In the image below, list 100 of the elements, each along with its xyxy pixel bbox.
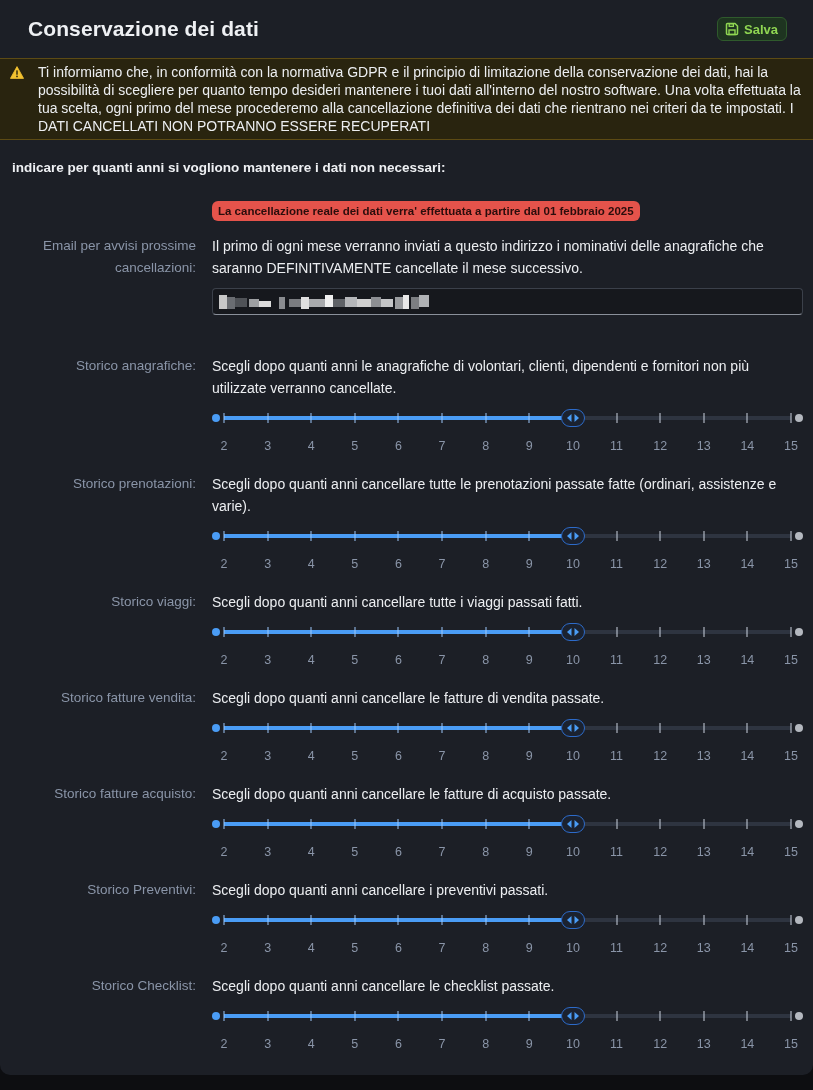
tick-label: 2 bbox=[220, 1036, 228, 1053]
tick-label: 11 bbox=[610, 748, 623, 765]
slider-end-dot-icon bbox=[795, 628, 803, 636]
tick-label: 14 bbox=[740, 1036, 755, 1053]
slider-handle[interactable] bbox=[560, 719, 585, 737]
tick-label: 11 bbox=[610, 438, 623, 455]
field-label: Storico anagrafiche: bbox=[74, 357, 196, 375]
slider-start-dot-icon bbox=[212, 724, 220, 732]
tick-label: 8 bbox=[482, 556, 490, 573]
tick-label: 8 bbox=[482, 1036, 490, 1053]
email-field[interactable] bbox=[212, 288, 803, 315]
field-description: Scegli dopo quanti anni cancellare i preventivi passati. bbox=[212, 881, 550, 900]
slider-handle[interactable] bbox=[560, 409, 585, 427]
tick-label: 12 bbox=[653, 438, 668, 455]
warning-icon bbox=[10, 66, 24, 79]
tick-label: 15 bbox=[784, 1036, 798, 1053]
slider-start-dot-icon bbox=[212, 628, 220, 636]
field-label: Storico viaggi: bbox=[110, 593, 196, 611]
tick-label: 12 bbox=[653, 844, 668, 861]
tick-label: 11 bbox=[610, 940, 623, 957]
slider-start-dot-icon bbox=[212, 532, 220, 540]
left-right-arrows-icon bbox=[566, 724, 579, 732]
slider-end-dot-icon bbox=[795, 724, 803, 732]
slider-handle[interactable] bbox=[560, 623, 585, 641]
tick-label: 10 bbox=[565, 748, 580, 765]
tick-label: 3 bbox=[264, 940, 272, 957]
tick-label: 7 bbox=[438, 844, 446, 861]
tick-label: 12 bbox=[653, 556, 668, 573]
tick-label: 15 bbox=[784, 556, 798, 573]
tick-label: 5 bbox=[351, 748, 359, 765]
field-label: Storico fatture vendita: bbox=[59, 689, 196, 707]
tick-label: 14 bbox=[740, 556, 755, 573]
tick-label: 10 bbox=[565, 1036, 580, 1053]
left-right-arrows-icon bbox=[566, 820, 579, 828]
left-right-arrows-icon bbox=[566, 532, 579, 540]
tick-label: 15 bbox=[784, 844, 798, 861]
tick-label: 5 bbox=[351, 652, 359, 669]
slider-handle[interactable] bbox=[560, 527, 585, 545]
tick-label: 4 bbox=[307, 652, 315, 669]
tick-label: 9 bbox=[525, 652, 533, 669]
slider-end-dot-icon bbox=[795, 414, 803, 422]
tick-label: 7 bbox=[438, 556, 446, 573]
field-description: Il primo di ogni mese verranno inviati a questo indirizzo i nominativi delle anagrafiche che saranno DEFINITIVAMENTE cancellate il mese successivo. bbox=[212, 237, 765, 278]
tick-label: 3 bbox=[264, 438, 272, 455]
tick-label: 8 bbox=[482, 652, 490, 669]
tick-label: 13 bbox=[696, 652, 711, 669]
tick-label: 7 bbox=[438, 940, 446, 957]
tick-label: 3 bbox=[264, 748, 272, 765]
tick-label: 12 bbox=[653, 1036, 668, 1053]
warning-text: Ti informiamo che, in conformità con la normativa GDPR e il principio di limitazione della conservazione dei dati, hai la possibilità di scegliere per quanto tempo desideri mantenere i tuoi dati all'interno del nostro software. Una volta effettuata la tua scelta, ogni primo del mese procederemo alla cancellazione definitiva dei dati che rientrano nei criteri da te impostati. I DATI CANCELLATI NON POTRANNO ESSERE RECUPERATI bbox=[38, 63, 802, 135]
tick-label: 13 bbox=[696, 1036, 711, 1053]
field-description: Scegli dopo quanti anni le anagrafiche di volontari, clienti, dipendenti e fornitori non più utilizzate verranno cancellate. bbox=[212, 357, 751, 398]
tick-label: 8 bbox=[482, 438, 490, 455]
tick-label: 10 bbox=[565, 844, 580, 861]
tick-label: 8 bbox=[482, 844, 490, 861]
tick-label: 6 bbox=[395, 748, 402, 765]
tick-label: 3 bbox=[264, 652, 272, 669]
tick-label: 9 bbox=[525, 748, 533, 765]
tick-label: 9 bbox=[525, 1036, 533, 1053]
tick-label: 15 bbox=[784, 652, 798, 669]
tick-label: 12 bbox=[653, 748, 668, 765]
tick-label: 2 bbox=[220, 748, 228, 765]
tick-label: 4 bbox=[307, 1036, 315, 1053]
tick-label: 5 bbox=[351, 844, 359, 861]
tick-label: 7 bbox=[438, 748, 446, 765]
tick-label: 13 bbox=[696, 940, 711, 957]
field-label: Storico fatture acquisto: bbox=[53, 785, 196, 803]
tick-label: 11 bbox=[610, 1036, 623, 1053]
tick-label: 7 bbox=[438, 1036, 446, 1053]
tick-label: 4 bbox=[307, 748, 315, 765]
tick-label: 4 bbox=[307, 844, 315, 861]
page-title: Conservazione dei dati bbox=[28, 17, 259, 41]
field-description: Scegli dopo quanti anni cancellare tutte le prenotazioni passate fatte (ordinari, assistenze e varie). bbox=[212, 475, 778, 516]
slider-start-dot-icon bbox=[212, 916, 220, 924]
tick-label: 2 bbox=[220, 652, 228, 669]
slider-end-dot-icon bbox=[795, 916, 803, 924]
tick-label: 15 bbox=[784, 438, 798, 455]
tick-label: 9 bbox=[525, 940, 533, 957]
tick-label: 3 bbox=[264, 844, 272, 861]
slider-handle[interactable] bbox=[560, 1007, 585, 1025]
tick-label: 10 bbox=[565, 438, 580, 455]
tick-label: 10 bbox=[565, 556, 580, 573]
field-description: Scegli dopo quanti anni cancellare le fatture di vendita passate. bbox=[212, 689, 606, 708]
field-label: Email per avvisi prossime cancellazioni: bbox=[41, 237, 196, 277]
tick-label: 14 bbox=[740, 844, 755, 861]
tick-label: 2 bbox=[220, 438, 228, 455]
tick-label: 5 bbox=[351, 940, 359, 957]
tick-label: 5 bbox=[351, 1036, 359, 1053]
tick-label: 6 bbox=[395, 844, 402, 861]
slider-handle[interactable] bbox=[560, 911, 585, 929]
left-right-arrows-icon bbox=[566, 414, 579, 422]
field-label: Storico Checklist: bbox=[90, 977, 196, 995]
tick-label: 5 bbox=[351, 438, 359, 455]
save-button[interactable]: Salva bbox=[717, 17, 787, 41]
tick-label: 2 bbox=[220, 556, 228, 573]
slider-handle[interactable] bbox=[560, 815, 585, 833]
tick-label: 6 bbox=[395, 556, 402, 573]
left-right-arrows-icon bbox=[566, 1012, 579, 1020]
tick-label: 13 bbox=[696, 844, 711, 861]
tick-label: 13 bbox=[696, 438, 711, 455]
